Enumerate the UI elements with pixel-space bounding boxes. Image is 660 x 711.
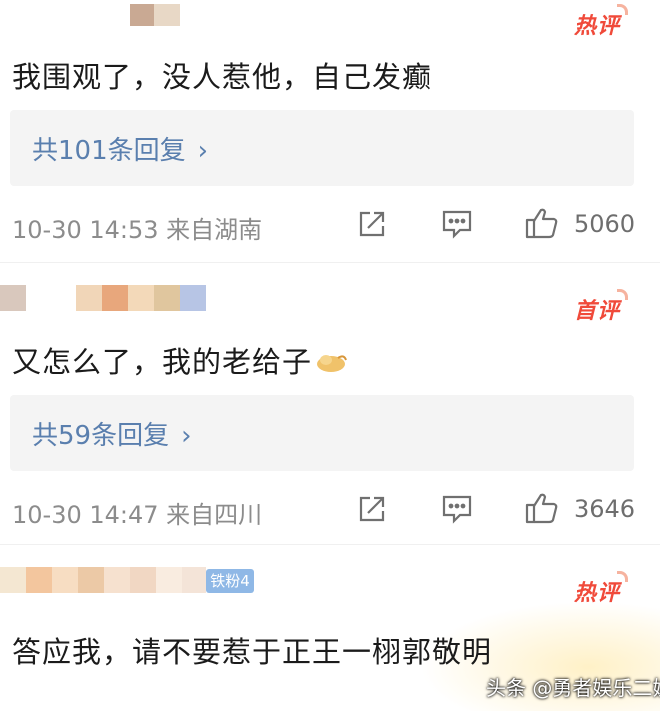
username-blurred: [130, 4, 180, 26]
replies-label-wrap: 共101条回复 ›: [32, 130, 208, 167]
username-blurred: [0, 285, 232, 311]
comment-icon[interactable]: [440, 208, 474, 240]
watermark: 头条 @勇者娱乐二姐: [486, 676, 660, 700]
comment-text-wrap: 又怎么了，我的老给子: [12, 339, 348, 381]
hot-comment-badge: 热评: [574, 571, 629, 607]
comment-text: 又怎么了，我的老给子: [12, 345, 313, 379]
share-icon[interactable]: [356, 208, 388, 240]
replies-link[interactable]: 共101条回复 ›: [10, 110, 634, 186]
replies-label: 共101条回复: [32, 136, 186, 166]
share-icon[interactable]: [356, 493, 388, 525]
fan-tag: 铁粉4: [206, 569, 254, 593]
like-count: 5060: [574, 210, 636, 238]
username-blurred: [0, 567, 206, 593]
like-count: 3646: [574, 495, 636, 523]
comment-text: 答应我，请不要惹于正王一栩郭敬明: [12, 635, 493, 669]
emoji-icon: [314, 347, 348, 381]
comment-icon[interactable]: [440, 493, 474, 525]
comment-card-1: 热评 我围观了，没人惹他，自己发癫 共101条回复 › 10-30 14:53 来…: [0, 0, 660, 262]
comment-meta: 10-30 14:47 来自四川: [12, 501, 263, 529]
comment-card-2: 首评 又怎么了，我的老给子 共59条回复 › 10-30 14:47 来自四川 3…: [0, 262, 660, 545]
chevron-right-icon: ›: [197, 136, 209, 166]
chevron-right-icon: ›: [181, 421, 192, 451]
comment-text: 我围观了，没人惹他，自己发癫: [12, 60, 433, 94]
hot-comment-badge: 热评: [574, 4, 629, 40]
replies-label-wrap: 共59条回复 ›: [32, 415, 192, 452]
comment-meta: 10-30 14:53 来自湖南: [12, 216, 263, 244]
like-icon[interactable]: [524, 491, 560, 525]
replies-label: 共59条回复: [32, 421, 170, 451]
like-icon[interactable]: [524, 206, 560, 240]
replies-link[interactable]: 共59条回复 ›: [10, 395, 634, 471]
first-comment-badge: 首评: [574, 289, 629, 325]
